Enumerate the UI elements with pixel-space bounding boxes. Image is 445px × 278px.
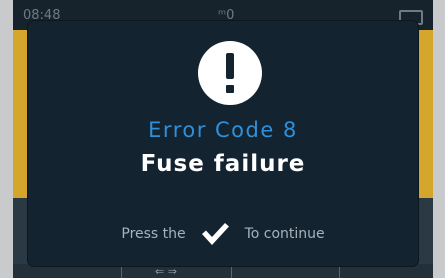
device-screen: 08:48 ᵐ0 ⇐ ⇒ Error Code 8 Fuse failure P… — [13, 0, 433, 278]
checkmark-icon[interactable] — [200, 221, 230, 247]
tab-divider — [231, 264, 232, 278]
tab-divider — [121, 264, 122, 278]
background-tab-bar: ⇐ ⇒ — [13, 264, 433, 278]
arrows-icon: ⇐ ⇒ — [155, 265, 177, 278]
continue-instruction: Press the To continue — [28, 221, 418, 247]
instruction-prefix: Press the — [121, 226, 186, 242]
tab-divider — [339, 264, 340, 278]
error-message: Fuse failure — [140, 151, 306, 177]
instruction-suffix: To continue — [244, 226, 325, 242]
error-code: Error Code 8 — [148, 118, 298, 142]
exclamation-icon — [198, 41, 262, 105]
error-dialog: Error Code 8 Fuse failure Press the To c… — [28, 21, 418, 266]
